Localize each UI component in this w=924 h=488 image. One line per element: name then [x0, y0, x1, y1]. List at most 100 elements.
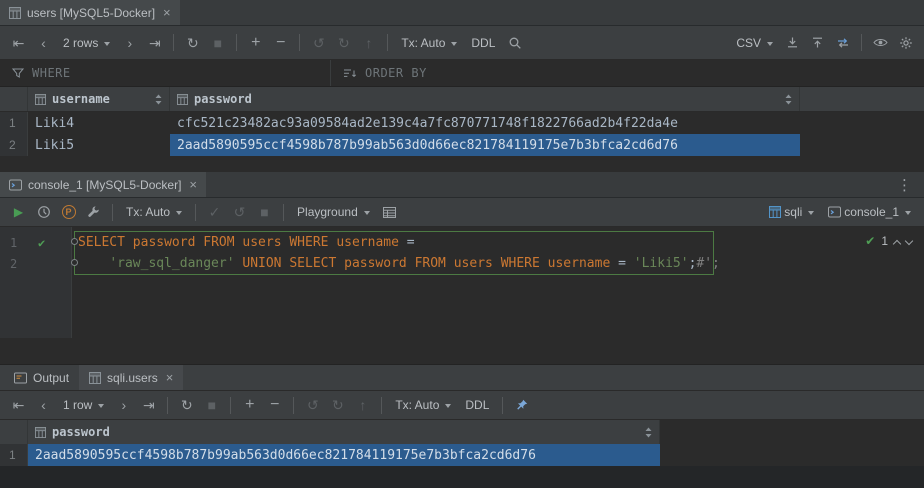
- sort-icon: [343, 68, 357, 79]
- console-icon: [9, 179, 22, 191]
- fragment-handle-icon: [71, 238, 78, 245]
- chevron-down-icon: [905, 211, 911, 215]
- export-format-dropdown[interactable]: CSV: [730, 31, 779, 54]
- column-header-password[interactable]: password: [28, 420, 660, 444]
- submit-button[interactable]: ↑: [357, 31, 380, 54]
- column-header-username[interactable]: username: [28, 87, 170, 111]
- kebab-menu-icon[interactable]: ⋮: [885, 172, 924, 197]
- last-page-button[interactable]: ⇥: [137, 394, 160, 417]
- previous-page-button[interactable]: ‹: [32, 394, 55, 417]
- editor-tab-bar: users [MySQL5-Docker] ×: [0, 0, 924, 26]
- close-icon[interactable]: ×: [163, 6, 171, 19]
- import-data-icon[interactable]: [806, 31, 829, 54]
- revert-all-button[interactable]: ↻: [332, 31, 355, 54]
- order-by-filter[interactable]: ORDER BY: [331, 60, 439, 86]
- sort-toggle-icon[interactable]: [645, 427, 652, 438]
- export-data-icon[interactable]: [781, 31, 804, 54]
- stop-button[interactable]: ■: [206, 31, 229, 54]
- cell-username[interactable]: Liki4: [28, 112, 170, 134]
- column-header-password[interactable]: password: [170, 87, 800, 111]
- close-icon[interactable]: ×: [189, 178, 197, 191]
- sql-editor[interactable]: 1 ✔ 2 SELECT password FROM users WHERE u…: [0, 227, 924, 338]
- result-grid-header: password: [0, 420, 924, 444]
- table-row[interactable]: 1 Liki4 cfc521c23482ac93a09584ad2e139c4a…: [0, 112, 924, 134]
- reload-button[interactable]: ↻: [181, 31, 204, 54]
- ddl-button[interactable]: DDL: [465, 31, 501, 54]
- tab-sqli-users[interactable]: sqli.users ×: [79, 365, 183, 390]
- wrench-icon[interactable]: [82, 201, 105, 224]
- page-size-label: 1 row: [63, 398, 92, 412]
- row-number[interactable]: 1: [0, 444, 28, 466]
- tab-users-grid[interactable]: users [MySQL5-Docker] ×: [0, 0, 180, 25]
- row-number[interactable]: 2: [0, 134, 28, 156]
- header-filler: [800, 87, 924, 111]
- cell-password[interactable]: cfc521c23482ac93a09584ad2e139c4a7fc87077…: [170, 112, 800, 134]
- grid-corner[interactable]: [0, 87, 28, 111]
- pin-tab-icon[interactable]: [510, 394, 533, 417]
- database-dropdown[interactable]: sqli: [763, 201, 820, 224]
- tx-mode-dropdown[interactable]: Tx: Auto: [389, 394, 457, 417]
- cell-password-selected[interactable]: 2aad5890595ccf4598b787b99ab563d0d66ec821…: [170, 134, 800, 156]
- toolbar-separator: [861, 34, 862, 51]
- data-transfer-icon[interactable]: [831, 31, 854, 54]
- tx-mode-label: Tx: Auto: [401, 36, 445, 50]
- grid-corner[interactable]: [0, 420, 28, 444]
- tx-mode-label: Tx: Auto: [126, 205, 170, 219]
- search-icon[interactable]: [503, 31, 526, 54]
- first-page-button[interactable]: ⇤: [7, 31, 30, 54]
- where-filter[interactable]: WHERE: [0, 60, 331, 86]
- history-clock-icon[interactable]: [32, 201, 55, 224]
- cell-username[interactable]: Liki5: [28, 134, 170, 156]
- revert-all-button[interactable]: ↻: [326, 394, 349, 417]
- stop-button[interactable]: ■: [200, 394, 223, 417]
- tx-mode-dropdown[interactable]: Tx: Auto: [120, 201, 188, 224]
- delete-row-button[interactable]: −: [263, 394, 286, 417]
- sort-toggle-icon[interactable]: [785, 94, 792, 105]
- add-row-button[interactable]: +: [244, 31, 267, 54]
- view-as-table-icon[interactable]: [378, 201, 401, 224]
- stop-button[interactable]: ■: [253, 201, 276, 224]
- next-page-button[interactable]: ›: [112, 394, 135, 417]
- submit-button[interactable]: ↑: [351, 394, 374, 417]
- rollback-button[interactable]: ↺: [228, 201, 251, 224]
- output-tab-bar: Output sqli.users ×: [0, 364, 924, 391]
- console-session-dropdown[interactable]: console_1: [822, 201, 917, 224]
- editor-code-area[interactable]: SELECT password FROM users WHERE usernam…: [72, 227, 924, 338]
- page-size-dropdown[interactable]: 1 row: [57, 394, 110, 417]
- previous-result-button[interactable]: [893, 239, 901, 247]
- ddl-button[interactable]: DDL: [459, 394, 495, 417]
- preview-eye-icon[interactable]: [869, 31, 892, 54]
- previous-page-button[interactable]: ‹: [32, 31, 55, 54]
- row-number[interactable]: 1: [0, 112, 28, 134]
- close-icon[interactable]: ×: [166, 371, 174, 384]
- next-page-button[interactable]: ›: [118, 31, 141, 54]
- chevron-down-icon: [808, 211, 814, 215]
- users-grid-header: username password: [0, 87, 924, 112]
- toolbar-separator: [112, 204, 113, 221]
- table-row[interactable]: 2 Liki5 2aad5890595ccf4598b787b99ab563d0…: [0, 134, 924, 156]
- editor-empty-area: [0, 338, 924, 364]
- revert-button[interactable]: ↺: [307, 31, 330, 54]
- reload-button[interactable]: ↻: [175, 394, 198, 417]
- tab-console[interactable]: console_1 [MySQL5-Docker] ×: [0, 172, 206, 197]
- run-button[interactable]: ▶: [7, 201, 30, 224]
- next-result-button[interactable]: [905, 236, 913, 244]
- tab-output[interactable]: Output: [4, 365, 79, 390]
- table-row[interactable]: 1 2aad5890595ccf4598b787b99ab563d0d66ec8…: [0, 444, 924, 466]
- toolbar-separator: [387, 34, 388, 51]
- revert-button[interactable]: ↺: [301, 394, 324, 417]
- delete-row-button[interactable]: −: [269, 31, 292, 54]
- settings-gear-icon[interactable]: [894, 31, 917, 54]
- first-page-button[interactable]: ⇤: [7, 394, 30, 417]
- last-page-button[interactable]: ⇥: [143, 31, 166, 54]
- add-row-button[interactable]: +: [238, 394, 261, 417]
- sort-toggle-icon[interactable]: [155, 94, 162, 105]
- parameters-button[interactable]: P: [57, 201, 80, 224]
- commit-button[interactable]: ✓: [203, 201, 226, 224]
- tx-mode-dropdown[interactable]: Tx: Auto: [395, 31, 463, 54]
- table-icon: [9, 7, 21, 19]
- playground-dropdown[interactable]: Playground: [291, 201, 376, 224]
- gutter-line: 2: [0, 253, 71, 274]
- cell-password-selected[interactable]: 2aad5890595ccf4598b787b99ab563d0d66ec821…: [28, 444, 660, 466]
- page-size-dropdown[interactable]: 2 rows: [57, 31, 116, 54]
